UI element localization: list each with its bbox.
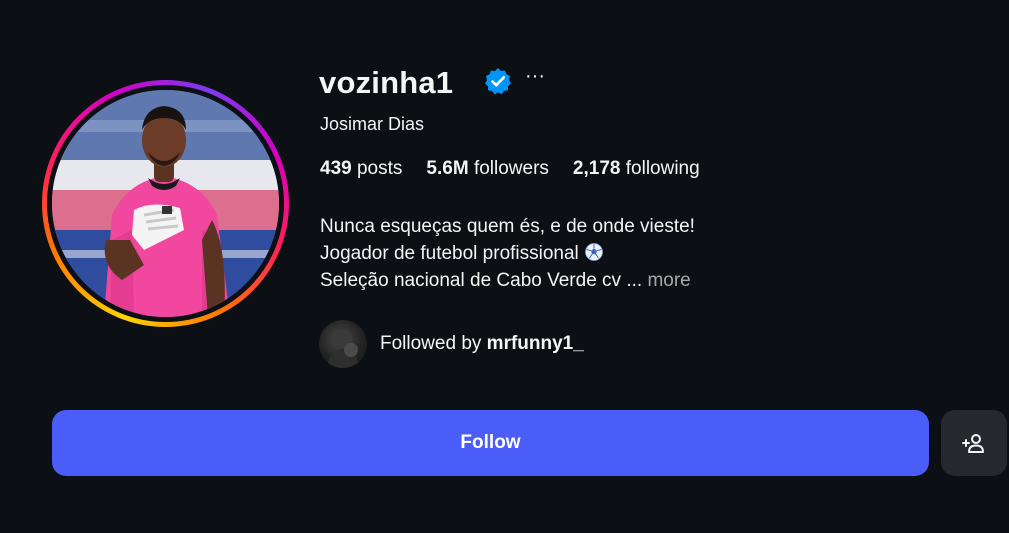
followers-label: followers bbox=[473, 158, 549, 179]
followed-by-username[interactable]: mrfunny1_ bbox=[487, 333, 584, 354]
followers-count: 5.6M bbox=[426, 158, 469, 179]
profile-avatar-story-ring[interactable] bbox=[42, 80, 289, 327]
profile-avatar[interactable] bbox=[52, 90, 279, 317]
posts-count: 439 bbox=[320, 158, 352, 179]
bio-ellipsis: ... bbox=[621, 270, 648, 291]
following-count: 2,178 bbox=[572, 158, 621, 179]
follow-button[interactable]: Follow bbox=[52, 410, 929, 476]
posts-stat: 439 posts bbox=[320, 158, 402, 180]
following-stat[interactable]: 2,178 following bbox=[573, 158, 700, 180]
avatar-photo-illustration bbox=[52, 90, 279, 317]
more-options-icon[interactable]: ··· bbox=[524, 66, 546, 90]
profile-bio: Nunca esqueças quem és, e de onde vieste… bbox=[320, 213, 780, 294]
bio-line-3-text: Seleção nacional de Cabo Verde cv bbox=[320, 270, 622, 291]
followed-by-text: Followed by mrfunny1_ bbox=[380, 333, 584, 355]
followed-by-row[interactable]: Followed by mrfunny1_ bbox=[319, 320, 584, 368]
followed-by-avatar[interactable] bbox=[319, 320, 367, 368]
add-person-icon bbox=[962, 434, 984, 453]
bio-more-link[interactable]: more bbox=[647, 270, 690, 291]
posts-label: posts bbox=[356, 158, 403, 179]
profile-full-name: Josimar Dias bbox=[320, 114, 425, 134]
followed-by-prefix: Followed by bbox=[380, 333, 487, 354]
following-label: following bbox=[625, 158, 700, 179]
bio-line-2: Jogador de futebol profissional bbox=[320, 240, 780, 267]
followers-stat[interactable]: 5.6M followers bbox=[426, 158, 549, 180]
followed-by-avatar-image bbox=[327, 330, 359, 368]
profile-username: vozinha1 bbox=[319, 65, 454, 100]
bio-line-1: Nunca esqueças quem és, e de onde vieste… bbox=[320, 216, 695, 237]
bio-line-3: Seleção nacional de Cabo Verde cv ... mo… bbox=[320, 267, 780, 294]
suggested-accounts-button[interactable] bbox=[941, 410, 1007, 476]
profile-stats: 439 posts 5.6M followers 2,178 following bbox=[320, 158, 724, 180]
soccer-ball-icon bbox=[584, 243, 603, 261]
verified-badge-icon bbox=[485, 68, 511, 95]
profile-page: vozinha1 ··· Josimar Dias 439 posts 5.6M… bbox=[0, 0, 1009, 533]
bio-line-2-text: Jogador de futebol profissional bbox=[320, 243, 579, 264]
